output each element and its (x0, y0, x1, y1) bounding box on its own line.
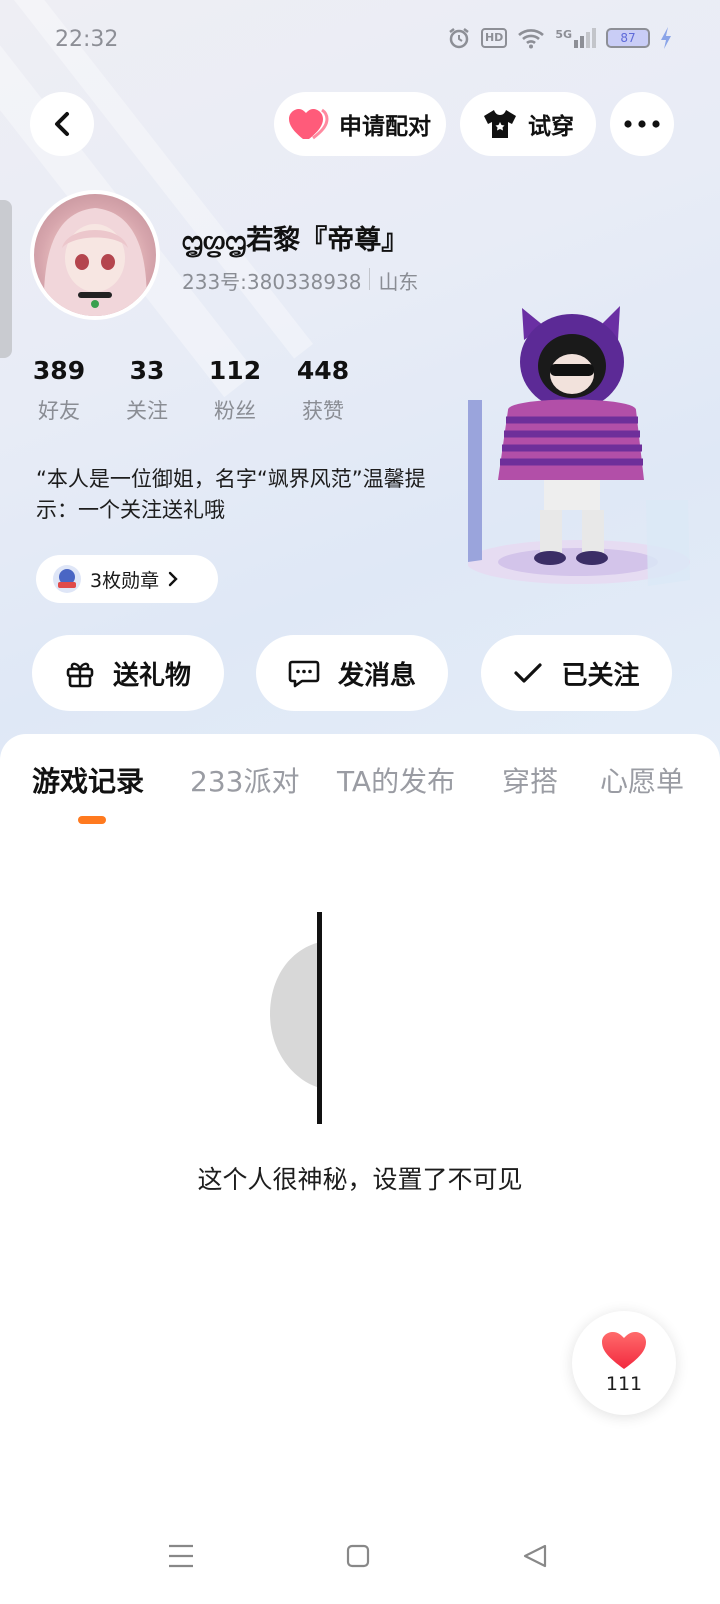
followed-button[interactable]: 已关注 (481, 635, 672, 711)
more-button[interactable] (610, 92, 674, 156)
send-gift-button[interactable]: 送礼物 (32, 635, 224, 711)
medal-icon (53, 565, 81, 593)
like-button[interactable]: 111 (572, 1311, 676, 1415)
user-location: 山东 (378, 270, 419, 294)
medals-label: 3枚勋章 (90, 569, 160, 592)
battery-icon: 87 (606, 28, 650, 48)
divider (369, 268, 371, 290)
tab-wishlist[interactable]: 心愿单 (600, 760, 684, 800)
tab-233-party[interactable]: 233派对 (190, 760, 299, 800)
like-count: 111 (605, 1373, 643, 1395)
hd-icon: HD (480, 28, 508, 48)
tab-bar: 游戏记录 233派对 TA的发布 穿搭 心愿单 (0, 760, 720, 810)
avatar[interactable] (30, 190, 160, 320)
gift-icon (66, 662, 94, 688)
tshirt-icon (484, 110, 516, 138)
medals-button[interactable]: 3枚勋章 (36, 555, 218, 603)
status-icons: HD 5G 87 (447, 26, 672, 50)
chevron-right-icon (168, 571, 178, 587)
wifi-icon (518, 29, 545, 49)
stat-following[interactable]: 33 关注 (112, 356, 182, 425)
back-triangle-icon[interactable] (522, 1544, 548, 1568)
profile-bio: “本人是一位御姐，名字“飒界风范”温馨提示：一个关注送礼哦 (36, 467, 426, 522)
avatar-character-image (468, 306, 690, 586)
send-message-label: 发消息 (337, 660, 416, 691)
tab-posts[interactable]: TA的发布 (337, 760, 455, 800)
send-gift-label: 送礼物 (112, 660, 191, 691)
status-bar: 22:32 HD 5G 87 (0, 0, 720, 80)
menu-icon[interactable] (168, 1544, 194, 1568)
charging-icon (661, 27, 671, 49)
try-on-label: 试穿 (528, 114, 574, 140)
chat-icon (288, 660, 320, 688)
stat-friends[interactable]: 389 好友 (24, 356, 94, 425)
signal-icon: 5G (555, 28, 596, 48)
alarm-icon (449, 28, 469, 49)
apply-pair-button[interactable]: 申请配对 (274, 92, 446, 156)
avatar-image (43, 208, 147, 316)
user-id: 233号:380338938 (182, 270, 362, 294)
heart-icon (289, 108, 329, 140)
user-meta: 233号:380338938 山东 (182, 266, 418, 295)
empty-state-message: 这个人很神秘，设置了不可见 (197, 1165, 523, 1194)
apply-pair-label: 申请配对 (339, 114, 431, 140)
hidden-content-illustration (270, 912, 322, 1124)
system-navigation-bar (0, 1540, 720, 1580)
checkmark-icon (514, 663, 543, 683)
try-on-button[interactable]: 试穿 (460, 92, 596, 156)
followed-label: 已关注 (561, 660, 640, 691)
back-button[interactable] (30, 92, 94, 156)
stat-likes[interactable]: 448 获赞 (288, 356, 358, 425)
more-dots-icon (624, 120, 660, 128)
active-tab-indicator (78, 816, 106, 824)
edge-handle[interactable] (0, 200, 12, 358)
heart-icon (602, 1332, 646, 1369)
nickname: ᦗᦛᦗ若黎『帝尊』 (182, 225, 409, 256)
send-message-button[interactable]: 发消息 (256, 635, 448, 711)
chevron-left-icon (55, 112, 69, 136)
tab-game-records[interactable]: 游戏记录 (32, 760, 144, 800)
tab-outfits[interactable]: 穿搭 (502, 760, 558, 800)
status-time: 22:32 (55, 27, 119, 52)
home-icon[interactable] (346, 1544, 370, 1568)
stat-fans[interactable]: 112 粉丝 (200, 356, 270, 425)
